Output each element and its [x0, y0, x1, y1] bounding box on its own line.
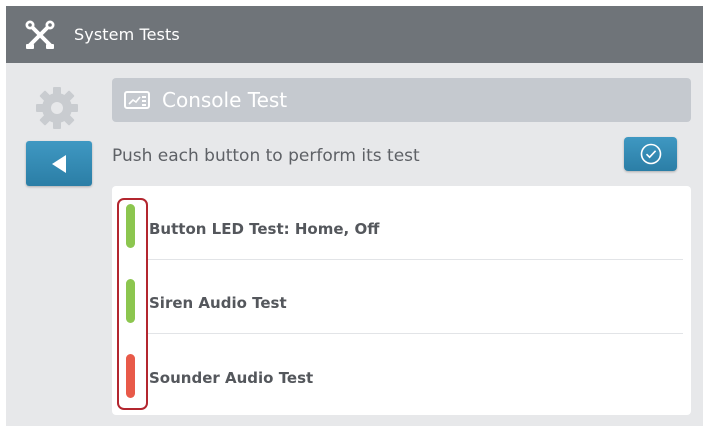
test-label: Sounder Audio Test: [149, 369, 314, 387]
section-header: Console Test: [112, 78, 691, 122]
test-label: Siren Audio Test: [149, 294, 287, 312]
triangle-left-icon: [52, 154, 66, 173]
highlight-outline: [117, 198, 148, 410]
test-label: Button LED Test: Home, Off: [149, 220, 380, 238]
title-bar: System Tests: [6, 6, 703, 63]
tools-icon: [25, 20, 55, 49]
check-circle-icon: [640, 143, 661, 165]
test-item-siren-audio[interactable]: Siren Audio Test: [112, 260, 691, 334]
app-title: System Tests: [74, 25, 180, 44]
console-icon: [124, 91, 150, 109]
instruction-text: Push each button to perform its test: [112, 146, 420, 166]
back-button[interactable]: [26, 141, 92, 186]
test-item-button-led[interactable]: Button LED Test: Home, Off: [112, 186, 691, 260]
confirm-button[interactable]: [624, 137, 677, 171]
gear-icon[interactable]: [34, 85, 80, 131]
section-title: Console Test: [162, 88, 288, 112]
test-list: Button LED Test: Home, Off Siren Audio T…: [112, 186, 691, 415]
test-item-sounder-audio[interactable]: Sounder Audio Test: [112, 334, 691, 408]
screen: System Tests Console Test Push each butt…: [6, 6, 703, 426]
